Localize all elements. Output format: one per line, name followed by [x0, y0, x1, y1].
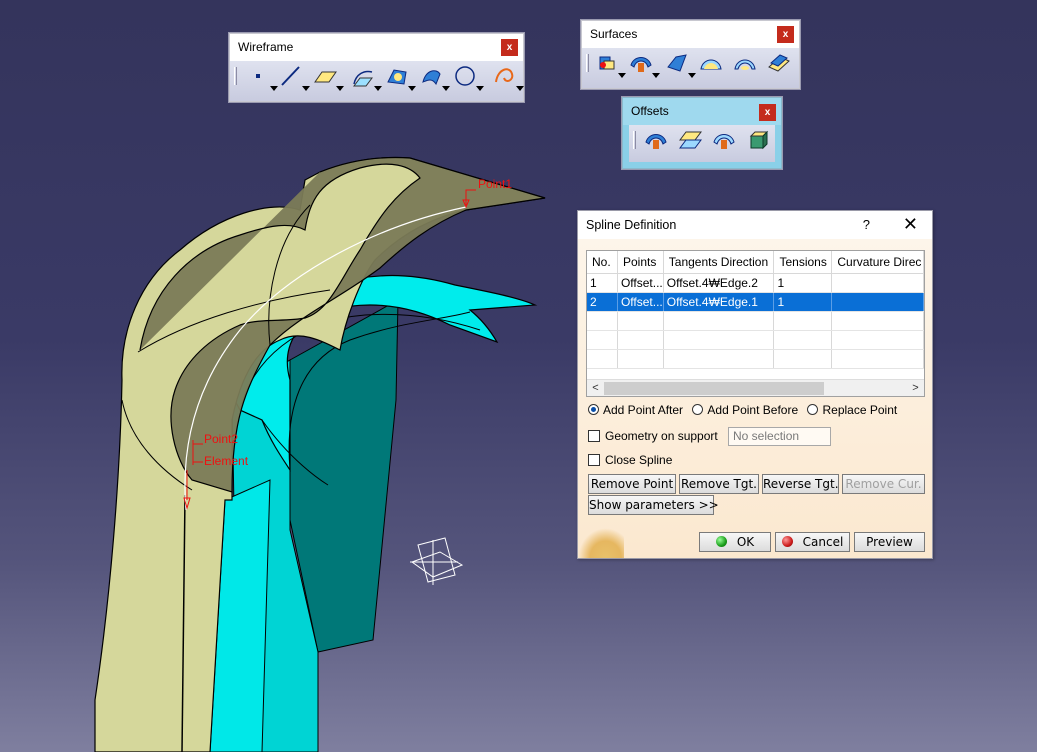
element-label: Element: [204, 454, 249, 468]
toolbar-grip-handle[interactable]: [586, 54, 589, 72]
dialog-body: No. Points Tangents Direction Tensions C…: [578, 239, 932, 558]
insert-mode-radio-group: Add Point After Add Point Before Replace…: [588, 403, 903, 417]
radio-add-point-before[interactable]: Add Point Before: [692, 403, 798, 417]
offset-surface-icon[interactable]: [628, 51, 660, 79]
loft-icon[interactable]: [732, 51, 762, 79]
cell-tangent: Offset.4₩Edge.2: [663, 273, 775, 293]
thick-surface-icon[interactable]: [745, 128, 775, 156]
scroll-right-icon[interactable]: >: [907, 380, 924, 396]
cell-curvature: [831, 292, 924, 312]
plane-icon[interactable]: [312, 64, 344, 92]
show-parameters-button[interactable]: Show parameters >>: [588, 495, 719, 515]
surfaces-icon-bar: [582, 48, 799, 88]
extrude-icon[interactable]: [594, 51, 626, 79]
ok-button[interactable]: OK: [699, 532, 771, 552]
surfaces-title-text: Surfaces: [590, 27, 638, 41]
cancel-label: Cancel: [802, 535, 844, 549]
fill-icon[interactable]: [698, 51, 728, 79]
cell-no: 1: [587, 273, 618, 293]
point1-label: Point1: [478, 177, 512, 191]
column-header-points[interactable]: Points: [617, 251, 664, 274]
remove-point-button[interactable]: Remove Point: [588, 474, 676, 494]
rough-offset-icon[interactable]: [711, 128, 741, 156]
wireframe-icon-bar: [230, 61, 524, 101]
checkbox-label: Close Spline: [605, 453, 673, 467]
close-icon[interactable]: ✕: [903, 211, 918, 238]
cancel-status-icon: [781, 536, 793, 547]
close-spline-checkbox[interactable]: Close Spline: [588, 453, 672, 467]
ok-label: OK: [736, 535, 755, 549]
offsets-title-text: Offsets: [631, 104, 669, 118]
geometry-on-support-checkbox[interactable]: Geometry on support: [588, 429, 718, 443]
offsets-close-button[interactable]: x: [759, 104, 776, 121]
scroll-left-icon[interactable]: <: [587, 380, 604, 396]
column-header-tangents[interactable]: Tangents Direction: [663, 251, 775, 274]
reverse-tgt-button[interactable]: Reverse Tgt.: [762, 474, 839, 494]
dialog-title: Spline Definition: [586, 218, 677, 232]
variable-offset-icon[interactable]: [677, 128, 707, 156]
table-row-empty[interactable]: [587, 349, 924, 369]
circle-arc-icon[interactable]: [384, 64, 416, 92]
help-button[interactable]: ?: [863, 211, 870, 239]
point2-label: Point2: [204, 432, 238, 446]
spline-points-table[interactable]: No. Points Tangents Direction Tensions C…: [586, 250, 925, 397]
dialog-decoration: [578, 528, 624, 558]
circle-icon[interactable]: [452, 64, 484, 92]
scrollbar-thumb[interactable]: [604, 382, 824, 395]
wireframe-title-text: Wireframe: [238, 40, 294, 54]
column-header-tensions[interactable]: Tensions: [773, 251, 833, 274]
table-row-empty[interactable]: [587, 311, 924, 331]
points-table: No. Points Tangents Direction Tensions C…: [587, 251, 924, 369]
horizontal-scrollbar[interactable]: < >: [587, 379, 924, 396]
surfaces-toolbar-title[interactable]: Surfaces x: [582, 21, 799, 48]
cell-points: Offset...: [617, 273, 664, 293]
surfaces-toolbar[interactable]: Surfaces x: [581, 20, 800, 89]
sweep-icon[interactable]: [664, 51, 696, 79]
radio-label: Add Point After: [603, 403, 684, 417]
remove-cur-button: Remove Cur.: [842, 474, 925, 494]
line-icon[interactable]: [278, 64, 310, 92]
toolbar-grip-handle[interactable]: [633, 131, 636, 149]
spline-icon[interactable]: [492, 64, 524, 92]
table-row-selected[interactable]: 2 Offset... Offset.4₩Edge.1 1: [587, 292, 924, 312]
radio-label: Replace Point: [822, 403, 898, 417]
offsets-icon-bar: [629, 125, 775, 162]
toolbar-grip-handle[interactable]: [234, 67, 237, 85]
remove-tgt-button[interactable]: Remove Tgt.: [679, 474, 759, 494]
cell-no: 2: [587, 292, 618, 312]
support-selection-field[interactable]: No selection: [728, 427, 831, 446]
spline-definition-dialog[interactable]: Spline Definition ? ✕ No. Points Tangent…: [577, 210, 933, 559]
offsets-toolbar[interactable]: Offsets x: [622, 97, 782, 169]
cell-curvature: [831, 273, 924, 293]
offset-icon[interactable]: [643, 128, 673, 156]
offsets-toolbar-title[interactable]: Offsets x: [623, 98, 781, 125]
wireframe-close-button[interactable]: x: [501, 39, 518, 56]
cancel-button[interactable]: Cancel: [775, 532, 850, 552]
axis-system-icon[interactable]: [410, 537, 464, 585]
dialog-title-bar[interactable]: Spline Definition ? ✕: [578, 211, 932, 239]
wireframe-toolbar[interactable]: Wireframe x: [229, 33, 524, 102]
table-row[interactable]: 1 Offset... Offset.4₩Edge.2 1: [587, 273, 924, 293]
ok-status-icon: [715, 536, 727, 547]
table-row-empty[interactable]: [587, 330, 924, 350]
cell-tension: 1: [773, 292, 833, 312]
point-icon[interactable]: [246, 64, 278, 92]
radio-add-point-after[interactable]: Add Point After: [588, 403, 683, 417]
preview-button[interactable]: Preview: [854, 532, 925, 552]
radio-label: Add Point Before: [707, 403, 799, 417]
checkbox-label: Geometry on support: [605, 429, 718, 443]
surfaces-close-button[interactable]: x: [777, 26, 794, 43]
projection-icon[interactable]: [350, 64, 382, 92]
column-header-curvature[interactable]: Curvature Direc: [831, 251, 924, 274]
cell-tangent: Offset.4₩Edge.1: [663, 292, 775, 312]
blend-icon[interactable]: [766, 51, 796, 79]
cell-tension: 1: [773, 273, 833, 293]
column-header-no[interactable]: No.: [587, 251, 618, 274]
helix-surface-icon[interactable]: [418, 64, 450, 92]
table-header-row: No. Points Tangents Direction Tensions C…: [587, 251, 924, 274]
cell-points: Offset...: [617, 292, 664, 312]
radio-replace-point[interactable]: Replace Point: [807, 403, 897, 417]
wireframe-toolbar-title[interactable]: Wireframe x: [230, 34, 523, 61]
